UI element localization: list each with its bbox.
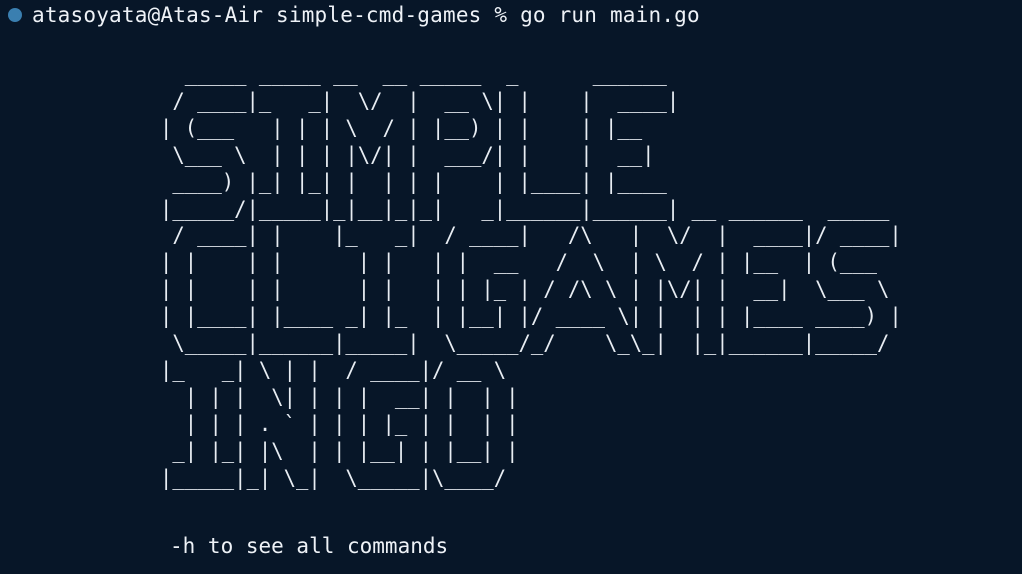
prompt-symbol: % <box>494 3 508 27</box>
banner-line: \_____|______|_____| \_____/_/ \_\_| |_|… <box>160 331 890 357</box>
prompt-directory: simple-cmd-games <box>276 3 482 27</box>
banner-line: |_____|_| \_| \_____|\____/ <box>160 465 507 491</box>
banner-line: \___ \ | | | |\/| | ___/| | | __| <box>160 142 655 168</box>
banner-line: | (___ | | | \ / | |__) | | | |__ <box>160 115 643 141</box>
banner-line: |_____/|_____|_|__|_|_| _|______|______|… <box>160 196 890 222</box>
terminal-window[interactable]: atasoyata@Atas-Air simple-cmd-games % go… <box>0 0 1022 574</box>
prompt-command: go run main.go <box>520 3 700 27</box>
banner-line: | |____| |____ _| |_ | |__| |/ ____ \| |… <box>160 304 902 330</box>
help-hint: -h to see all commands <box>170 534 449 558</box>
banner-line: | | | | | | | | __ / \ | \ / | |__ | (__… <box>160 250 877 276</box>
status-dot-icon <box>8 8 22 22</box>
banner-line: / ____|_ _| \/ | __ \| | | ____| <box>160 88 680 114</box>
banner-line: ____) |_| |_| | | | | | |____| |____ <box>160 169 667 195</box>
banner-line: | | | | | | | | |_ | / /\ \ | |\/| | __|… <box>160 277 890 303</box>
banner-line: | | | \| | | | __| | | | <box>160 384 519 410</box>
banner-line: _| |_| |\ | | |__| | |__| | <box>160 438 519 464</box>
ascii-banner: _____ _____ __ __ _____ _ ______ / ____|… <box>160 62 902 493</box>
banner-line: / ____| | |_ _| / ____| /\ | \/ | ____|/… <box>160 223 902 249</box>
banner-line: | | | . ` | | | |_ | | | | <box>160 411 519 437</box>
banner-line: _____ _____ __ __ _____ _ ______ <box>160 62 667 87</box>
banner-line: |_ _| \ | | / ____|/ __ \ <box>160 357 507 383</box>
shell-prompt-line: atasoyata@Atas-Air simple-cmd-games % go… <box>8 0 700 30</box>
prompt-user-host: atasoyata@Atas-Air <box>32 3 264 27</box>
